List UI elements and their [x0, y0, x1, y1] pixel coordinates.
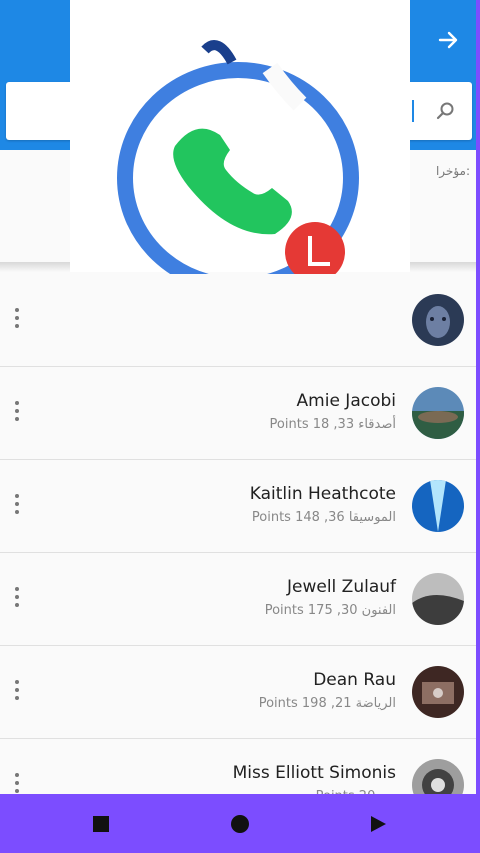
avatar: [412, 573, 464, 625]
system-nav-bar: [0, 794, 480, 853]
edge-accent: [476, 0, 480, 853]
avatar: [412, 480, 464, 532]
contact-name: Dean Rau: [313, 670, 396, 690]
contact-name: Jewell Zulauf: [286, 577, 396, 597]
contact-subtitle: Points 175 ,الفنون 30: [264, 603, 396, 618]
call-logo-overlay: [70, 0, 410, 294]
contact-subtitle: Points 198 ,الرياضة 21: [258, 696, 396, 711]
contact-name: Amie Jacobi: [296, 391, 396, 411]
list-item[interactable]: Dean Rau Points 198 ,الرياضة 21: [0, 646, 476, 739]
contact-name: Miss Elliott Simonis: [232, 763, 396, 783]
more-vert-icon[interactable]: [12, 680, 22, 704]
contact-name: Kaitlin Heathcote: [249, 484, 396, 504]
avatar: [412, 666, 464, 718]
more-vert-icon[interactable]: [12, 308, 22, 332]
contacts-list: Amie Jacobi Points 18 ,أصدقاء 33 Kaitlin…: [0, 274, 476, 832]
more-vert-icon[interactable]: [12, 401, 22, 425]
arrow-right-icon[interactable]: [430, 22, 466, 58]
list-item[interactable]: [0, 274, 476, 367]
phone-logo-icon: [117, 40, 359, 294]
recents-square-icon[interactable]: [87, 810, 115, 838]
search-icon[interactable]: [434, 99, 458, 123]
avatar: [412, 294, 464, 346]
more-vert-icon[interactable]: [12, 494, 22, 518]
list-item[interactable]: Jewell Zulauf Points 175 ,الفنون 30: [0, 553, 476, 646]
list-item[interactable]: Kaitlin Heathcote Points 148 ,الموسيقا 3…: [0, 460, 476, 553]
more-vert-icon[interactable]: [12, 587, 22, 611]
home-circle-icon[interactable]: [226, 810, 254, 838]
contact-subtitle: Points 148 ,الموسيقا 36: [251, 510, 396, 525]
recent-label: مؤخرا:: [435, 164, 470, 178]
list-item[interactable]: Amie Jacobi Points 18 ,أصدقاء 33: [0, 367, 476, 460]
contact-subtitle: Points 18 ,أصدقاء 33: [269, 417, 396, 432]
back-triangle-icon[interactable]: [364, 810, 392, 838]
avatar: [412, 387, 464, 439]
text-cursor: [412, 100, 414, 122]
